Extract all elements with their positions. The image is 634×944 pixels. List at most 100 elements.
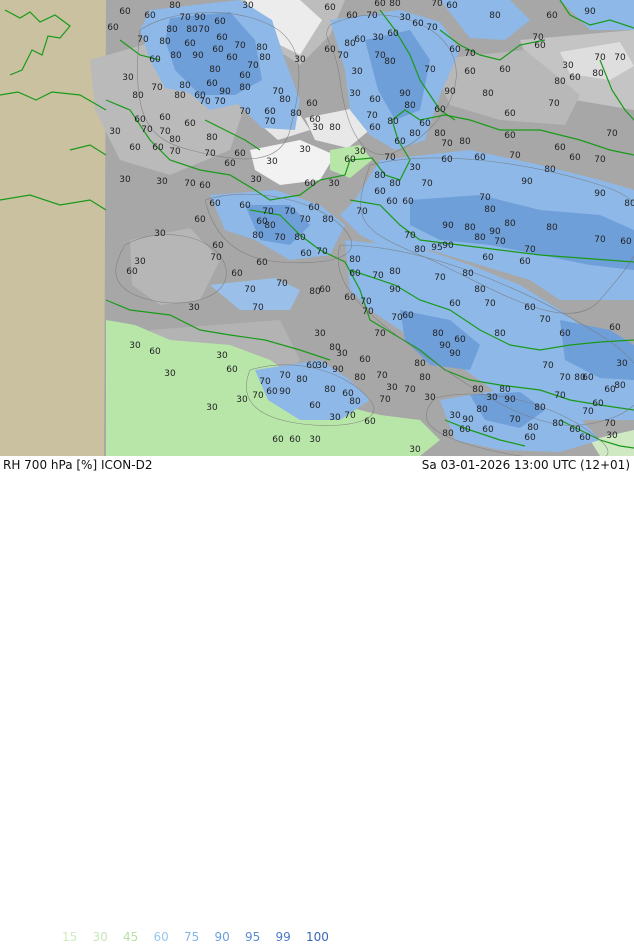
contour-label: 80 [389, 0, 401, 9]
contour-label: 60 [454, 335, 466, 345]
contour-label: 60 [374, 187, 386, 197]
contour-label: 80 [552, 419, 564, 429]
contour-label: 70 [524, 245, 536, 255]
contour-label: 30 [562, 61, 574, 71]
contour-label: 70 [606, 129, 618, 139]
legend-level-60: 60 [153, 930, 169, 944]
contour-label: 70 [344, 411, 356, 421]
contour-label: 90 [442, 241, 454, 251]
contour-label: 80 [534, 403, 546, 413]
contour-label: 70 [239, 107, 251, 117]
contour-label: 60 [234, 149, 246, 159]
contour-label: 80 [504, 219, 516, 229]
contour-label: 60 [519, 257, 531, 267]
contour-label: 30 [206, 403, 218, 413]
footer: RH 700 hPa [%] ICON-D2 Sa 03-01-2026 13:… [0, 456, 634, 944]
contour-label: 80 [354, 373, 366, 383]
contour-label: 30 [449, 411, 461, 421]
contour-label: 30 [109, 127, 121, 137]
contour-label: 60 [119, 7, 131, 17]
contour-label: 80 [290, 109, 302, 119]
contour-label: 90 [444, 87, 456, 97]
rh-map-svg: 60 6080 30 6060 7060 80 70 6080 60 906070 90 6080 80… [0, 0, 634, 462]
contour-label: 60 [199, 181, 211, 191]
contour-label: 70 [548, 99, 560, 109]
contour-label: 30 [309, 435, 321, 445]
contour-label: 60 [504, 131, 516, 141]
contour-label: 70 [391, 313, 403, 323]
contour-label: 60 [482, 425, 494, 435]
map-area: 60 60 80 30 60 60 70 60 80 70 60 80 60 90 60 70 90 60 80 80… [0, 0, 634, 462]
contour-label: 60 [256, 258, 268, 268]
contour-label: 70 [542, 361, 554, 371]
contour-label: 80 [349, 255, 361, 265]
contour-label: 90 [462, 415, 474, 425]
contour-label: 80 [474, 233, 486, 243]
contour-label: 70 [379, 395, 391, 405]
contour-label: 60 [324, 45, 336, 55]
contour-label: 60 [499, 65, 511, 75]
contour-label: 60 [419, 119, 431, 129]
contour-label: 80 [434, 129, 446, 139]
contour-label: 70 [279, 371, 291, 381]
contour-label: 90 [584, 7, 596, 17]
contour-label: 60 [239, 201, 251, 211]
contour-label: 60 [344, 293, 356, 303]
contour-label: 30 [486, 393, 498, 403]
contour-label: 70 [262, 207, 274, 217]
contour-label: 80 [169, 135, 181, 145]
contour-label: 30 [409, 163, 421, 173]
contour-label: 60 [387, 29, 399, 39]
contour-label: 80 [414, 245, 426, 255]
contour-label: 30 [164, 369, 176, 379]
contour-label: 60 [559, 329, 571, 339]
contour-label: 70 [234, 41, 246, 51]
contour-label: 70 [376, 371, 388, 381]
contour-label: 60 [184, 39, 196, 49]
contour-label: 80 [544, 165, 556, 175]
contour-label: 70 [582, 407, 594, 417]
contour-label: 70 [614, 53, 626, 63]
legend-level-30: 30 [92, 930, 108, 944]
contour-label: 80 [206, 133, 218, 143]
contour-label: 60 [239, 71, 251, 81]
contour-label: 70 [264, 117, 276, 127]
contour-label: 80 [387, 117, 399, 127]
contour-label: 70 [594, 155, 606, 165]
contour-label: 90 [194, 13, 206, 23]
contour-label: 70 [372, 271, 384, 281]
contour-label: 60 [524, 433, 536, 443]
contour-label: 60 [464, 67, 476, 77]
contour-label: 60 [449, 299, 461, 309]
contour-label: 30 [329, 413, 341, 423]
contour-label: 70 [198, 25, 210, 35]
contour-label: 80 [264, 221, 276, 231]
contour-label: 60 [569, 153, 581, 163]
contour-label: 60 [319, 285, 331, 295]
contour-label: 70 [554, 391, 566, 401]
legend-level-95: 95 [245, 930, 261, 944]
contour-label: 60 [449, 45, 461, 55]
contour-label: 30 [250, 175, 262, 185]
contour-label: 60 [446, 1, 458, 11]
contour-label: 70 [214, 97, 226, 107]
contour-label: 60 [369, 95, 381, 105]
contour-label: 60 [194, 215, 206, 225]
contour-label: 80 [459, 137, 471, 147]
contour-label: 90 [192, 51, 204, 61]
contour-label: 80 [252, 231, 264, 241]
contour-label: 30 [156, 177, 168, 187]
contour-label: 30 [399, 13, 411, 23]
contour-label: 30 [616, 359, 628, 369]
contour-label: 60 [459, 425, 471, 435]
legend-level-99: 99 [275, 930, 291, 944]
contour-label: 80 [349, 397, 361, 407]
contour-label: 90 [504, 395, 516, 405]
contour-label: 80 [499, 385, 511, 395]
contour-label: 60 [441, 155, 453, 165]
contour-label: 70 [210, 253, 222, 263]
contour-label: 70 [356, 207, 368, 217]
contour-label: 80 [294, 233, 306, 243]
contour-label: 70 [169, 147, 181, 157]
contour-label: 60 [212, 241, 224, 251]
